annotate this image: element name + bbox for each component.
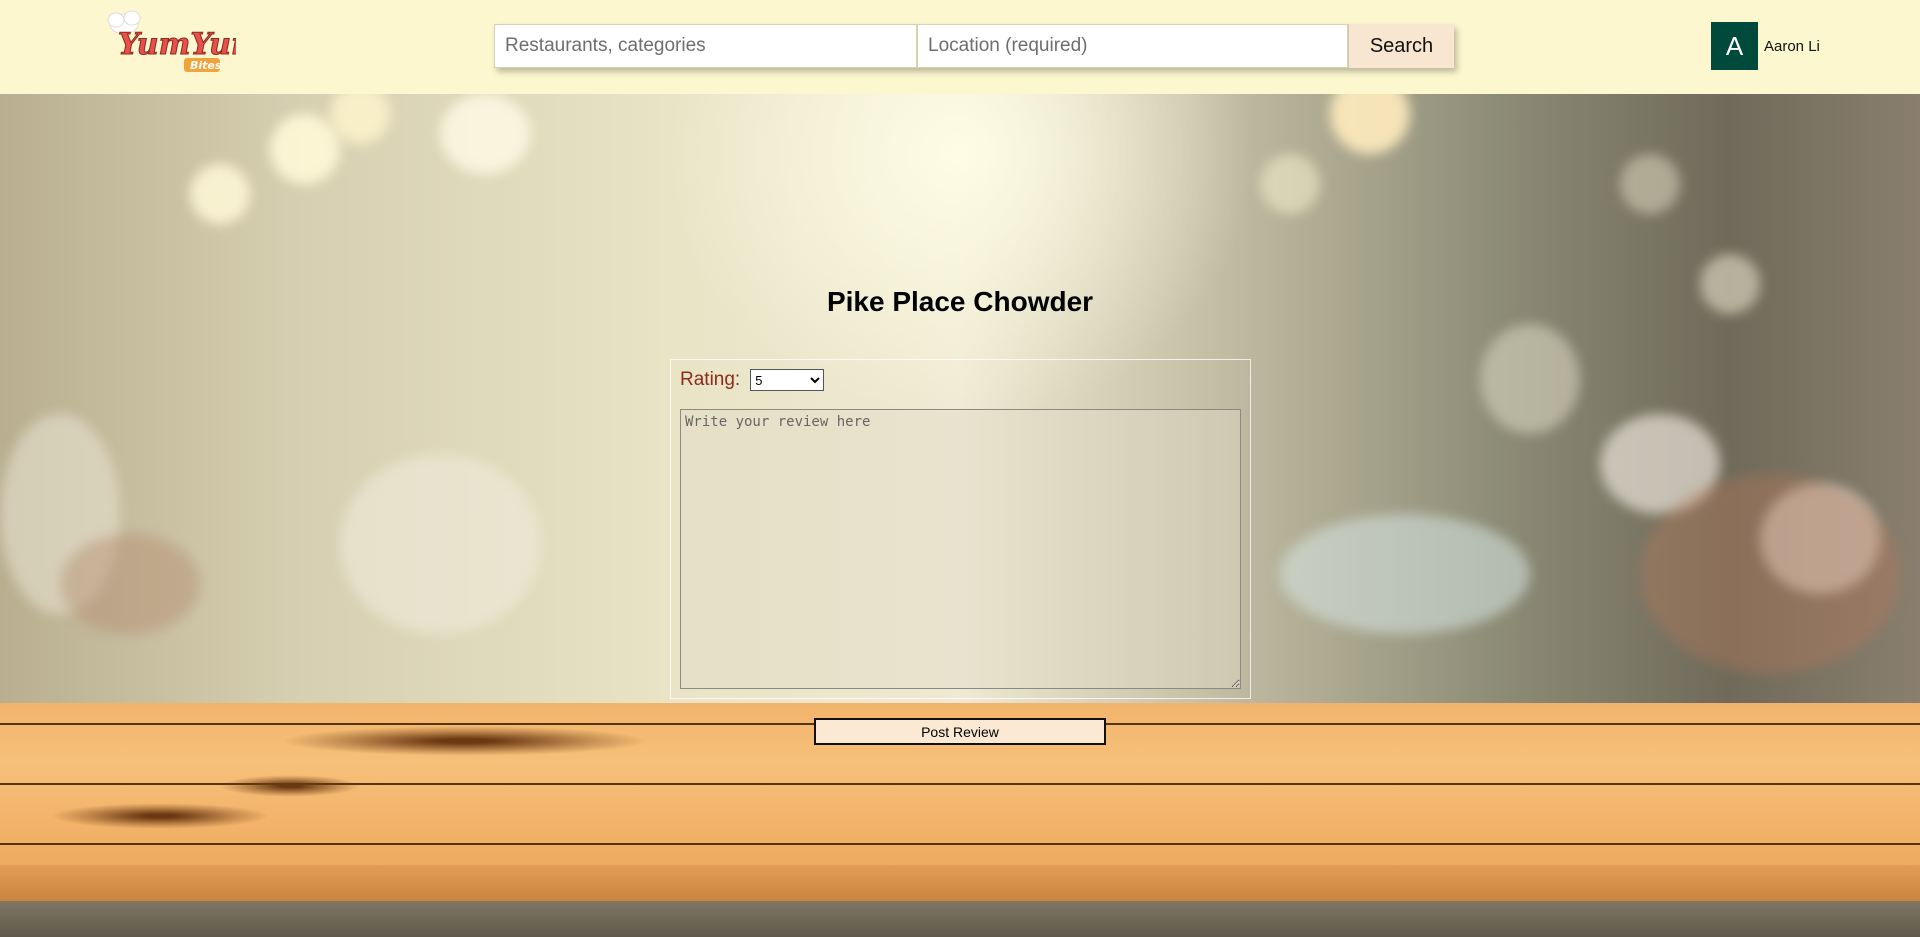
top-header: YumYum Bites Search A Aaron Li	[0, 0, 1920, 94]
review-textarea[interactable]	[680, 409, 1241, 689]
floor	[0, 901, 1920, 937]
rating-row: Rating: 5	[680, 369, 825, 391]
table-edge	[0, 865, 1920, 901]
logo-sub-text: Bites	[190, 59, 222, 72]
restaurant-title: Pike Place Chowder	[826, 286, 1094, 317]
yumyum-bites-logo[interactable]: YumYum Bites	[104, 8, 236, 78]
location-search-input[interactable]	[917, 24, 1348, 68]
search-button[interactable]: Search	[1348, 24, 1454, 68]
rating-select[interactable]: 5	[750, 369, 825, 391]
logo-main-text: YumYum	[118, 27, 236, 62]
rating-label: Rating:	[680, 369, 741, 390]
post-review-button[interactable]: Post Review	[814, 718, 1106, 745]
review-form: Rating: 5	[670, 359, 1251, 699]
restaurant-search-input[interactable]	[494, 24, 917, 68]
avatar[interactable]: A	[1711, 22, 1758, 70]
user-menu[interactable]: A Aaron Li	[1711, 22, 1820, 70]
user-name[interactable]: Aaron Li	[1764, 38, 1820, 55]
search-bar: Search	[494, 24, 1454, 68]
